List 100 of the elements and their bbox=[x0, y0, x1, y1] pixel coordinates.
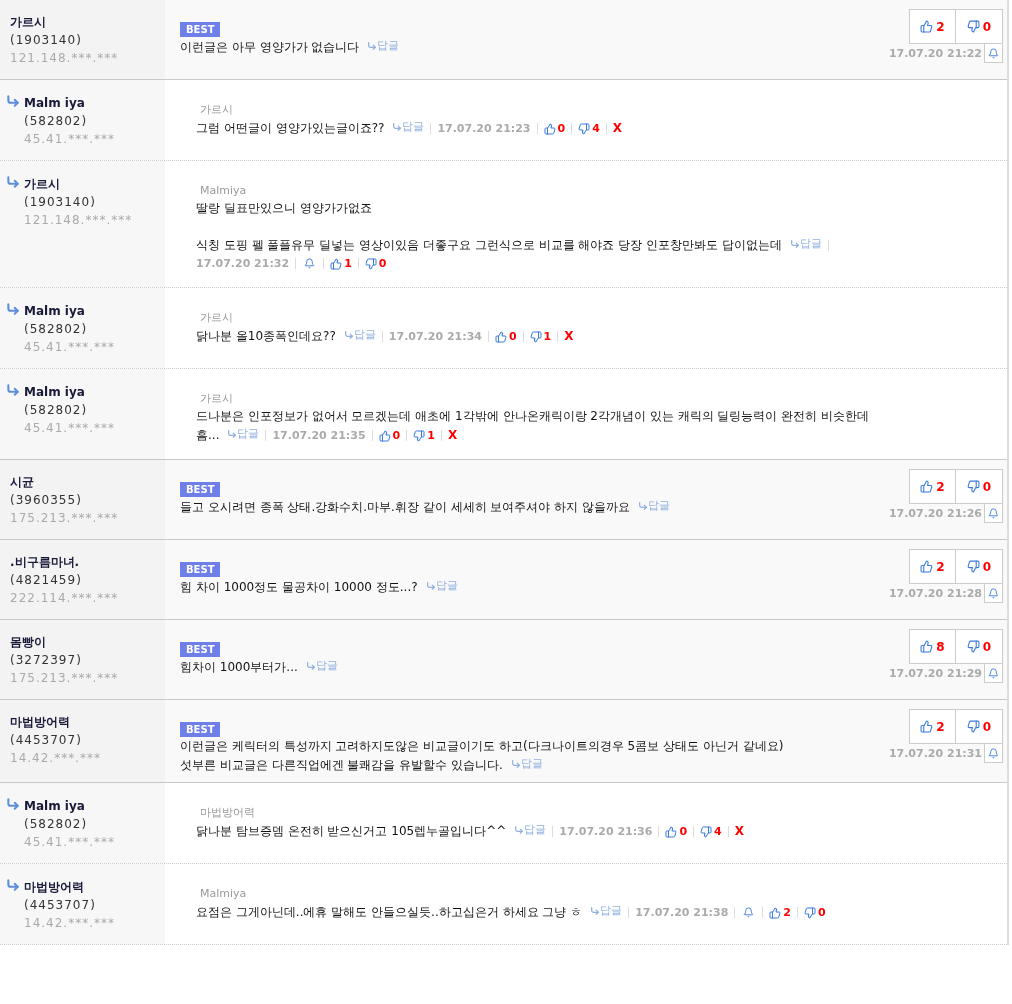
member-id: (582802) bbox=[24, 321, 89, 338]
like-button[interactable]: 0 bbox=[665, 825, 688, 838]
reply-arrow-icon bbox=[6, 175, 20, 189]
like-button[interactable]: 2 bbox=[909, 469, 956, 504]
reply-arrow-icon bbox=[305, 661, 316, 671]
comment-time: 17.07.20 21:23 bbox=[437, 122, 531, 135]
reply-link[interactable]: 답글 bbox=[425, 577, 458, 595]
like-button[interactable]: 2 bbox=[769, 906, 791, 919]
reply-link[interactable]: 답글 bbox=[514, 821, 547, 839]
author-name[interactable]: Malm iya bbox=[24, 383, 115, 401]
like-button[interactable]: 1 bbox=[330, 257, 352, 270]
parent-author: 가르시 bbox=[200, 391, 234, 407]
thumbs-up-icon bbox=[920, 480, 934, 493]
delete-link[interactable]: X bbox=[734, 824, 744, 838]
like-button[interactable]: 0 bbox=[543, 122, 566, 135]
comment-time: 17.07.20 21:34 bbox=[388, 330, 482, 343]
delete-link[interactable]: X bbox=[612, 121, 623, 135]
author-name[interactable]: 가르시 bbox=[24, 175, 133, 193]
thumbs-down-icon bbox=[966, 720, 980, 733]
member-id: (3272397) bbox=[10, 652, 83, 669]
comment-time: 17.07.20 21:36 bbox=[559, 825, 653, 838]
ip-address: 175.213.***.*** bbox=[10, 510, 119, 527]
comment-text: 힘차이 1000부터가... bbox=[180, 660, 298, 674]
author-name[interactable]: 가르시 bbox=[10, 13, 119, 31]
report-button[interactable] bbox=[984, 584, 1003, 603]
thumbs-down-icon bbox=[529, 330, 542, 343]
member-id: (3960355) bbox=[10, 492, 83, 509]
comment-text: 그럼 어떤글이 영양가있는글이죠?? bbox=[196, 121, 385, 135]
member-id: (1903140) bbox=[10, 32, 83, 49]
report-button[interactable] bbox=[984, 504, 1003, 523]
comment-text: 이런글은 케릭터의 특성까지 고려하지도않은 비교글이기도 하고(다크나이트의경우 5콤보 상태도 아닌거 같네요) bbox=[180, 739, 784, 753]
ip-address: 45.41.***.*** bbox=[24, 834, 115, 851]
comment-time: 17.07.20 21:26 bbox=[888, 507, 982, 520]
delete-link[interactable]: X bbox=[564, 329, 574, 343]
reply-arrow-icon bbox=[367, 41, 378, 51]
reply-arrow-icon bbox=[392, 122, 403, 132]
member-id: (582802) bbox=[24, 816, 89, 833]
author-name[interactable]: Malm iya bbox=[24, 94, 115, 112]
comment-time: 17.07.20 21:32 bbox=[196, 257, 290, 270]
thumbs-up-icon bbox=[378, 429, 391, 442]
thumbs-up-icon bbox=[920, 20, 934, 33]
reply-arrow-icon bbox=[6, 94, 20, 108]
comment-time: 17.07.20 21:35 bbox=[272, 429, 366, 442]
dislike-button[interactable]: 1 bbox=[529, 330, 552, 343]
dislike-button[interactable]: 4 bbox=[700, 825, 722, 838]
thumbs-down-icon bbox=[413, 429, 426, 442]
bell-icon bbox=[988, 587, 999, 599]
dislike-button[interactable]: 0 bbox=[956, 469, 1003, 504]
ip-address: 121.148.***.*** bbox=[10, 50, 119, 67]
reply-link[interactable]: 답글 bbox=[227, 425, 260, 443]
like-button[interactable]: 2 bbox=[909, 549, 956, 584]
reply-link[interactable]: 답글 bbox=[392, 118, 425, 136]
report-button[interactable] bbox=[984, 44, 1003, 63]
like-button[interactable]: 0 bbox=[494, 330, 517, 343]
best-badge: BEST bbox=[180, 722, 221, 737]
report-button[interactable] bbox=[984, 744, 1003, 763]
like-button[interactable]: 8 bbox=[909, 629, 956, 664]
thumbs-up-icon bbox=[920, 560, 934, 573]
author-name[interactable]: Malm iya bbox=[24, 302, 115, 320]
author-name[interactable]: Malm iya bbox=[24, 797, 115, 815]
reply-link[interactable]: 답글 bbox=[510, 755, 543, 773]
bell-icon bbox=[988, 667, 999, 679]
thumbs-up-icon bbox=[769, 906, 782, 919]
reply-arrow-icon bbox=[227, 429, 238, 439]
reply-link[interactable]: 답글 bbox=[637, 497, 670, 515]
report-button[interactable] bbox=[984, 664, 1003, 683]
thumbs-up-icon bbox=[543, 122, 556, 135]
dislike-button[interactable]: 0 bbox=[956, 709, 1003, 744]
like-button[interactable]: 2 bbox=[909, 9, 956, 44]
like-button[interactable]: 0 bbox=[378, 429, 401, 442]
dislike-button[interactable]: 4 bbox=[578, 122, 600, 135]
thumbs-up-icon bbox=[494, 330, 507, 343]
dislike-button[interactable]: 0 bbox=[956, 9, 1003, 44]
dislike-button[interactable]: 1 bbox=[413, 429, 435, 442]
comment-time: 17.07.20 21:28 bbox=[888, 587, 982, 600]
dislike-button[interactable]: 0 bbox=[364, 257, 387, 270]
thumbs-down-icon bbox=[578, 122, 591, 135]
reply-link[interactable]: 답글 bbox=[305, 657, 338, 675]
reply-link[interactable]: 답글 bbox=[343, 326, 376, 344]
reply-link[interactable]: 답글 bbox=[789, 235, 822, 253]
author-name[interactable]: 마법방어력 bbox=[10, 713, 101, 731]
author-name[interactable]: .비구름마녀. bbox=[10, 553, 119, 571]
dislike-button[interactable]: 0 bbox=[803, 906, 826, 919]
parent-author: 마법방어력 bbox=[200, 805, 256, 821]
bell-icon bbox=[988, 507, 999, 519]
member-id: (582802) bbox=[24, 402, 89, 419]
author-name[interactable]: 마법방어력 bbox=[24, 878, 115, 896]
dislike-button[interactable]: 0 bbox=[956, 549, 1003, 584]
author-name[interactable]: 시균 bbox=[10, 473, 119, 491]
comment-text: 닭나분 올10종폭인데요?? bbox=[196, 329, 336, 343]
ip-address: 45.41.***.*** bbox=[24, 131, 115, 148]
reply-arrow-icon bbox=[6, 383, 20, 397]
reply-link[interactable]: 답글 bbox=[590, 902, 623, 920]
dislike-button[interactable]: 0 bbox=[956, 629, 1003, 664]
thumbs-down-icon bbox=[364, 257, 377, 270]
author-name[interactable]: 몸빵이 bbox=[10, 633, 119, 651]
best-badge: BEST bbox=[180, 642, 221, 657]
delete-link[interactable]: X bbox=[447, 428, 458, 442]
reply-link[interactable]: 답글 bbox=[367, 37, 400, 55]
like-button[interactable]: 2 bbox=[909, 709, 956, 744]
